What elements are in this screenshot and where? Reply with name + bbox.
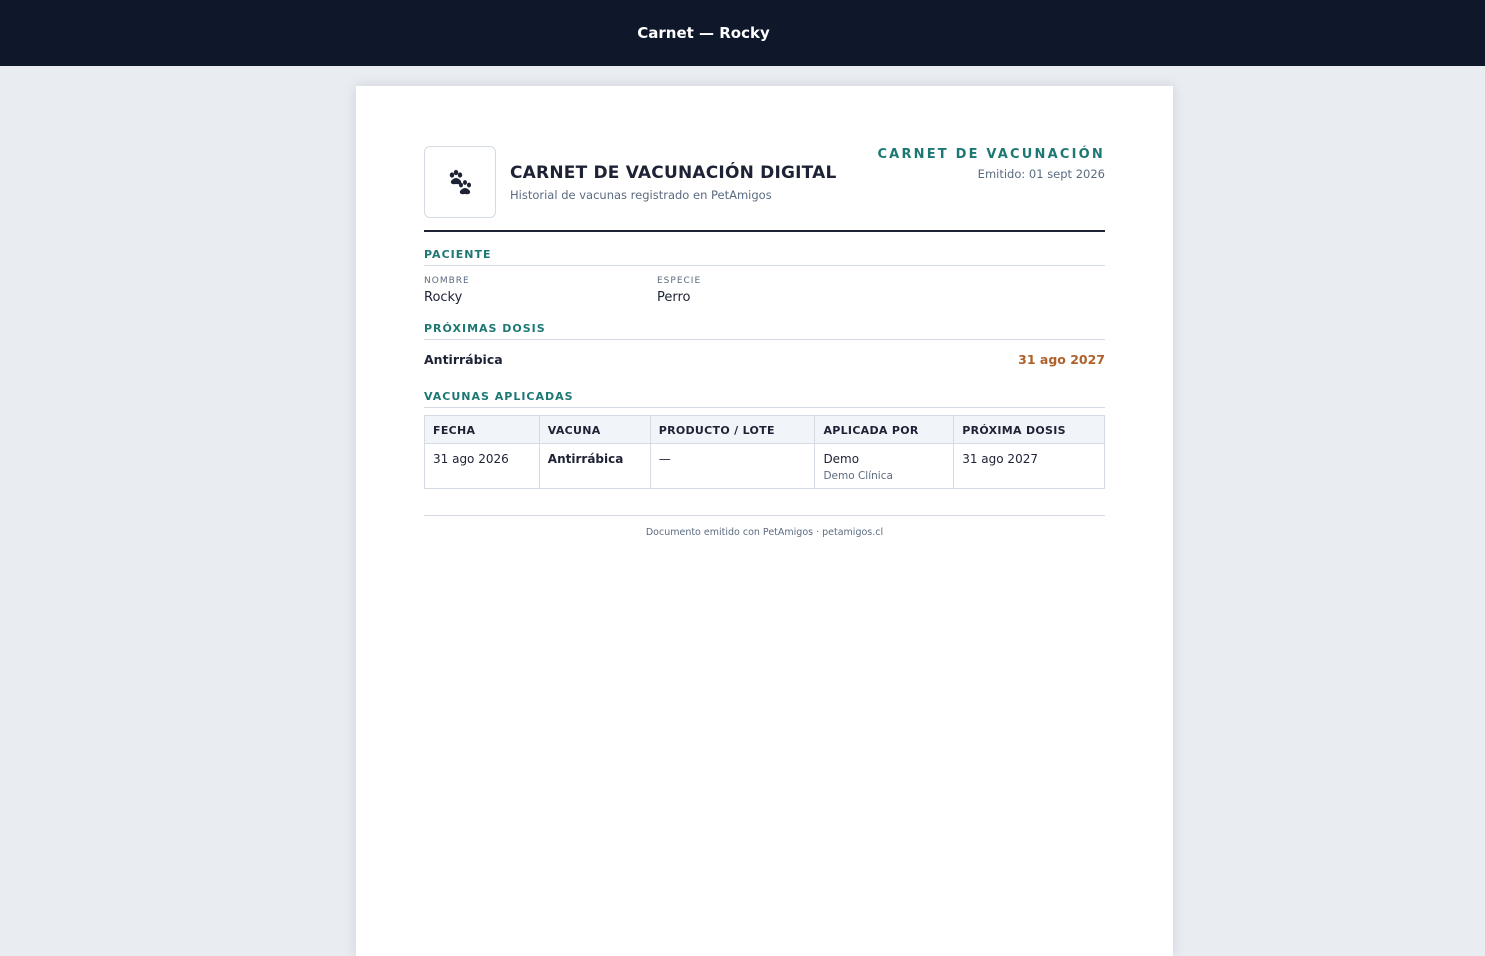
column-header: FECHA <box>424 415 540 444</box>
document-sheet: CARNET DE VACUNACIÓN DIGITAL Historial d… <box>356 86 1173 956</box>
patient-species: Perro <box>657 290 691 305</box>
field-label: NOMBRE <box>424 276 470 286</box>
section-heading-vacunas: VACUNAS APLICADAS <box>424 390 1105 408</box>
table-row: 31 ago 2026 Antirrábica — Demo Demo Clín… <box>424 443 1105 489</box>
top-bar: Carnet — Rocky <box>0 0 1485 66</box>
field-label: ESPECIE <box>657 276 702 286</box>
upcoming-date: 31 ago 2027 <box>1018 352 1105 367</box>
column-header: PRÓXIMA DOSIS <box>953 415 1105 444</box>
section-heading-paciente: PACIENTE <box>424 248 1105 266</box>
upcoming-dose-row: Antirrábica 31 ago 2027 <box>424 340 1105 376</box>
column-header: APLICADA POR <box>814 415 955 444</box>
table-header-row: FECHA VACUNA PRODUCTO / LOTE APLICADA PO… <box>424 415 1105 444</box>
patient-fields: NOMBRE Rocky ESPECIE Perro <box>424 266 1105 314</box>
logo <box>424 146 496 218</box>
paw-icon <box>449 169 471 195</box>
cell-vaccine: Antirrábica <box>538 443 651 489</box>
upcoming-vaccine: Antirrábica <box>424 352 503 367</box>
cell-product: — <box>649 443 816 489</box>
cell-applied-by: Demo Demo Clínica <box>814 443 955 489</box>
cell-next-dose: 31 ago 2027 <box>953 443 1105 489</box>
applied-by-name: Demo <box>823 452 860 466</box>
field-nombre: NOMBRE Rocky <box>424 276 470 305</box>
page-title: Carnet — Rocky <box>637 24 770 42</box>
vaccines-table: FECHA VACUNA PRODUCTO / LOTE APLICADA PO… <box>424 415 1105 489</box>
document-header: CARNET DE VACUNACIÓN DIGITAL Historial d… <box>424 146 1105 232</box>
document-subtitle: Historial de vacunas registrado en PetAm… <box>510 188 772 202</box>
cell-date: 31 ago 2026 <box>424 443 540 489</box>
section-heading-proximas: PRÓXIMAS DOSIS <box>424 322 1105 340</box>
patient-name: Rocky <box>424 290 463 305</box>
document-footer: Documento emitido con PetAmigos · petami… <box>424 515 1105 538</box>
applied-by-clinic: Demo Clínica <box>823 470 893 482</box>
column-header: PRODUCTO / LOTE <box>649 415 816 444</box>
document-badge: CARNET DE VACUNACIÓN <box>877 147 1105 162</box>
column-header: VACUNA <box>538 415 651 444</box>
field-especie: ESPECIE Perro <box>657 276 701 305</box>
issued-date: Emitido: 01 sept 2026 <box>977 167 1105 181</box>
document-title: CARNET DE VACUNACIÓN DIGITAL <box>510 163 837 183</box>
